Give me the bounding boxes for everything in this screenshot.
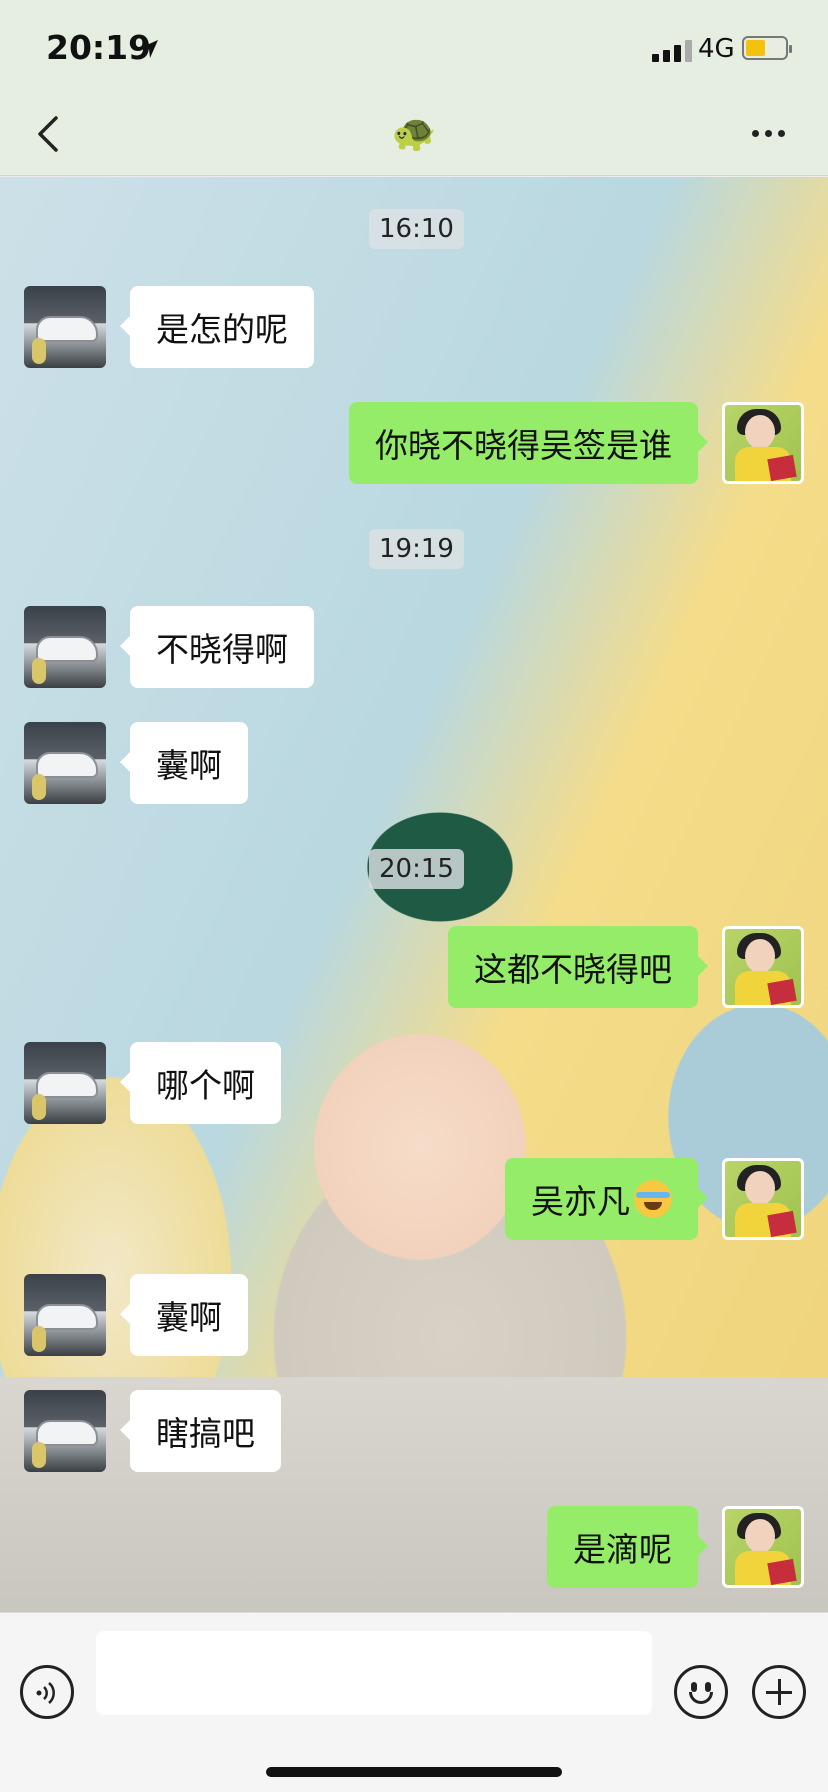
clock: 20:19	[46, 28, 152, 67]
contact-avatar[interactable]	[24, 286, 106, 368]
message-text: 吴亦凡	[531, 1182, 630, 1221]
timestamp: 19:19	[369, 529, 464, 569]
more-options-icon[interactable]	[752, 130, 785, 137]
incoming-message[interactable]: 囊啊	[120, 1274, 248, 1356]
battery-icon	[742, 36, 792, 60]
incoming-message[interactable]: 哪个啊	[120, 1042, 281, 1124]
outgoing-message[interactable]: 你晓不晓得吴签是谁	[349, 402, 708, 484]
incoming-message[interactable]: 是怎的呢	[120, 286, 314, 368]
signal-strength-icon	[652, 38, 692, 62]
contact-avatar[interactable]	[24, 722, 106, 804]
timestamp: 20:15	[369, 849, 464, 889]
contact-avatar[interactable]	[24, 1274, 106, 1356]
outgoing-message[interactable]: 是滴呢	[547, 1506, 708, 1588]
chat-message-list[interactable]: 16:10 是怎的呢 你晓不晓得吴签是谁 19:19 不晓得啊 囊啊 20:15…	[0, 177, 828, 1612]
location-arrow-icon	[140, 40, 158, 58]
outgoing-message[interactable]: 吴亦凡	[505, 1158, 708, 1240]
my-avatar[interactable]	[722, 1158, 804, 1240]
my-avatar[interactable]	[722, 402, 804, 484]
emoji-picker-icon[interactable]	[674, 1665, 728, 1719]
home-indicator[interactable]	[266, 1767, 562, 1777]
message-input-bar	[0, 1612, 828, 1792]
contact-avatar[interactable]	[24, 1390, 106, 1472]
outgoing-message[interactable]: 这都不晓得吧	[448, 926, 708, 1008]
message-text-field[interactable]	[96, 1631, 652, 1715]
voice-input-icon[interactable]	[20, 1665, 74, 1719]
chat-header: 🐢	[0, 100, 828, 176]
tears-of-joy-emoji-icon	[634, 1180, 672, 1218]
chat-title: 🐢	[391, 113, 437, 154]
contact-avatar[interactable]	[24, 606, 106, 688]
contact-avatar[interactable]	[24, 1042, 106, 1124]
my-avatar[interactable]	[722, 1506, 804, 1588]
timestamp: 16:10	[369, 209, 464, 249]
background-wallpaper	[0, 1377, 828, 1612]
add-attachment-icon[interactable]	[752, 1665, 806, 1719]
incoming-message[interactable]: 瞎搞吧	[120, 1390, 281, 1472]
my-avatar[interactable]	[722, 926, 804, 1008]
incoming-message[interactable]: 囊啊	[120, 722, 248, 804]
incoming-message[interactable]: 不晓得啊	[120, 606, 314, 688]
status-bar: 20:19 4G	[0, 0, 828, 100]
network-type: 4G	[698, 34, 735, 64]
